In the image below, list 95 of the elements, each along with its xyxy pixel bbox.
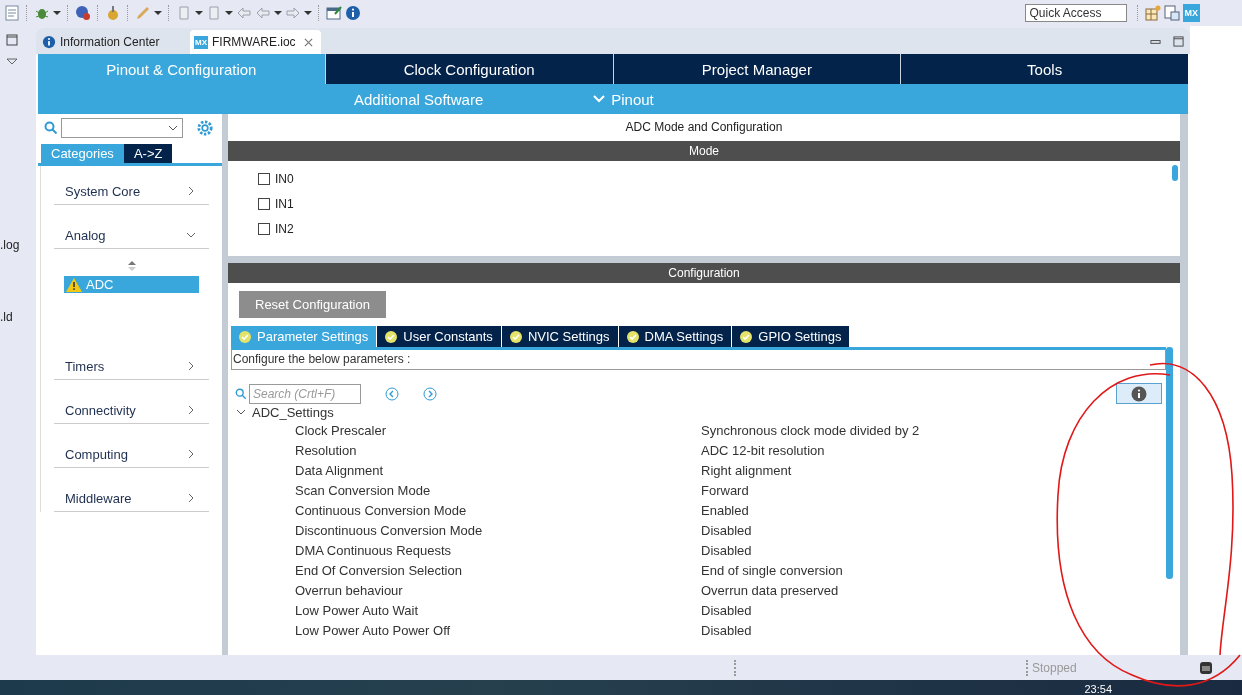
previous-icon[interactable] [385,386,399,401]
checkbox[interactable] [258,173,270,185]
parameter-name[interactable]: Clock Prescaler [295,422,701,438]
tab-label: FIRMWARE.ioc [212,35,296,49]
settings-tab[interactable]: DMA Settings [618,326,732,347]
search-field[interactable]: Search (Crtl+F) [249,383,361,404]
parameter-name[interactable]: Continuous Conversion Mode [295,502,701,518]
editor-tab[interactable]: MX FIRMWARE.ioc [190,30,321,54]
caret-icon[interactable] [154,9,162,17]
category-label: System Core [65,184,141,199]
category-label: Middleware [65,491,132,506]
parameter-name[interactable]: Low Power Auto Wait [295,602,701,618]
nav-tab[interactable]: Tools [901,54,1188,84]
category-item[interactable]: System Core [54,166,209,205]
info-icon[interactable] [345,5,361,21]
check-icon [239,330,251,343]
parameter-value[interactable]: Disabled [701,622,752,638]
check-icon [740,330,753,343]
maximize-icon[interactable] [1173,36,1184,47]
settings-icon[interactable] [196,119,214,137]
progress-icon[interactable] [1198,660,1213,675]
parameter-name[interactable]: Low Power Auto Power Off [295,622,701,638]
perspective-icon[interactable] [1144,5,1161,21]
parameter-value[interactable]: Synchronous clock mode divided by 2 [701,422,920,438]
parameter-name[interactable]: Data Alignment [295,462,701,478]
checkbox[interactable] [258,198,270,210]
caret-icon[interactable] [274,9,282,17]
editor-tab[interactable]: Information Center [38,30,190,54]
search-icon [235,387,247,400]
category-item[interactable]: Computing [54,424,209,468]
file-name[interactable]: .ld [0,310,13,324]
checkbox-label: IN2 [275,222,294,236]
expand-icon[interactable] [236,407,246,417]
section-header: Configuration [228,263,1180,283]
category-label: Computing [65,447,128,462]
parameter-name[interactable]: Scan Conversion Mode [295,482,701,498]
info-button[interactable] [1116,383,1162,404]
caret-icon[interactable] [53,9,61,17]
parameter-value[interactable]: End of single conversion [701,562,843,578]
settings-tab[interactable]: GPIO Settings [732,326,850,347]
category-label: Connectivity [65,403,136,418]
panel-title: ADC Mode and Configuration [624,119,784,136]
caret-icon[interactable] [225,9,233,17]
category-item[interactable]: Timers [54,336,209,380]
mx-logo: MX [194,35,208,49]
checkbox-label: IN1 [275,197,294,211]
category-item[interactable]: Middleware [54,468,209,512]
settings-tab[interactable]: NVIC Settings [501,326,618,347]
category-label: Timers [65,359,105,374]
category-tab[interactable]: A->Z [123,144,173,163]
check-icon [509,330,522,343]
parameter-name[interactable]: Discontinuous Conversion Mode [295,522,701,538]
checkbox[interactable] [258,223,270,235]
caret-icon[interactable] [304,9,312,17]
parameter-value[interactable]: Disabled [701,542,752,558]
category-item[interactable]: Analog [54,205,209,249]
caret-icon[interactable] [195,9,203,17]
category-label: Analog [65,228,106,243]
parameter-value[interactable]: Forward [701,482,749,498]
parameter-name[interactable]: Overrun behaviour [295,582,701,598]
nav-tab[interactable]: Clock Configuration [325,54,613,84]
chevron-icon [593,95,606,103]
info-icon [1131,385,1147,402]
parameter-value[interactable]: Disabled [701,522,752,538]
status-text: Stopped [1032,660,1077,675]
hint-text: Configure the below parameters : [231,347,1166,370]
parameter-value[interactable]: Right alignment [701,462,792,478]
check-icon [626,330,639,343]
nav-tab[interactable]: Project Manager [613,54,901,84]
next-icon[interactable] [423,386,437,401]
close-icon[interactable] [303,37,313,47]
sort-icon[interactable] [127,260,136,272]
info-icon [42,35,56,49]
maximize-icon[interactable] [6,34,18,46]
parameter-value[interactable]: Disabled [701,602,752,618]
check-icon [385,330,398,343]
parameter-name[interactable]: DMA Continuous Requests [295,542,701,558]
checkbox-label: IN0 [275,172,294,186]
tab-label: Information Center [60,35,160,49]
category-item[interactable]: Connectivity [54,380,209,424]
dropdown-icon[interactable] [168,125,178,131]
parameter-name[interactable]: Resolution [295,442,701,458]
search-icon [44,121,58,135]
parameter-value[interactable]: ADC 12-bit resolution [701,442,825,458]
perspective-icon[interactable] [1163,5,1180,21]
file-name[interactable]: .log [0,238,20,252]
parameter-name[interactable]: End Of Conversion Selection [295,562,701,578]
quick-access-field[interactable]: Quick Access [1024,4,1127,22]
window-icon[interactable] [326,5,342,21]
settings-tab[interactable]: User Constants [377,326,501,347]
section-header: Mode [228,141,1180,161]
group-label: ADC_Settings [252,404,334,420]
parameter-value[interactable]: Enabled [701,502,749,518]
parameter-value[interactable]: Overrun data preserved [701,582,839,598]
clock: 23:54 [1084,683,1112,695]
